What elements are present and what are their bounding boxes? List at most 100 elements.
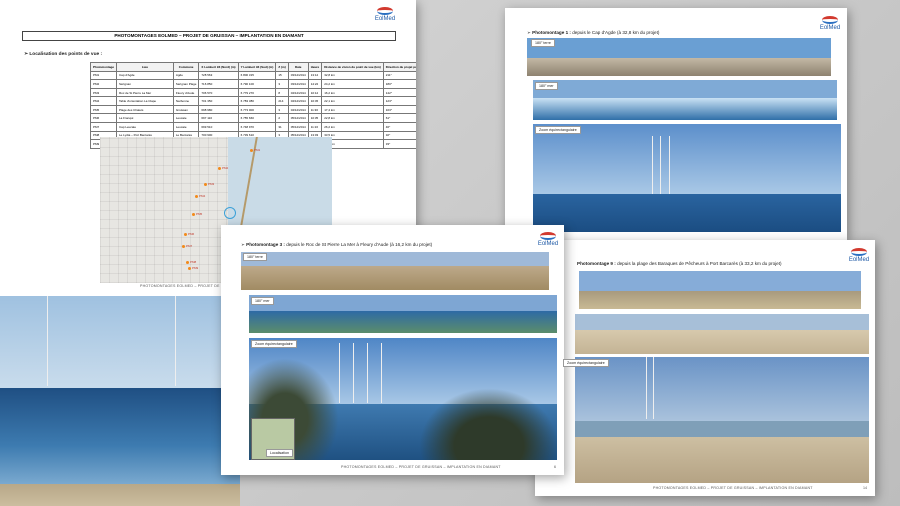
panorama-zoom [533, 124, 841, 232]
location-inset-map: Localisation [251, 418, 295, 460]
location-table: Photomontage Lieu Commune X Lambert 93 (Nor… [90, 62, 416, 149]
eolmed-swirl-icon [851, 248, 867, 256]
eolmed-logo: EolMed [535, 232, 561, 248]
table-cell: 706 570 [198, 87, 239, 98]
photomontage-title: Photomontage 9 : depuis la plage des Bar… [577, 261, 782, 266]
panorama-zoom [575, 357, 869, 483]
table-cell: 32° [382, 130, 416, 141]
table-cell: 103° [382, 104, 416, 115]
table-cell: PM2 [90, 79, 117, 89]
table-cell: 6 748 970 [237, 122, 277, 132]
table-cell: 10:45 [307, 96, 323, 106]
table-cell: 214 [275, 96, 289, 106]
table-cell: 46° [382, 122, 416, 132]
table-cell: 698 980 [198, 104, 239, 115]
viewpoint-label: PM2 [222, 166, 229, 170]
table-header-cell: Direction du projet par rapport au point… [382, 62, 416, 72]
panorama-180-sea [249, 295, 557, 333]
viewpoint-label: PM8 [190, 260, 197, 264]
table-cell: 04/12/2014 [287, 96, 309, 106]
table-cell: 17,4 km [321, 104, 384, 115]
viewpoint-label: PM5 [196, 212, 203, 216]
eolmed-swirl-icon [540, 232, 556, 240]
page-footer: PHOTOMONTAGES EOLMED – PROJET DE GRUISSA… [653, 486, 813, 490]
table-header-cell: Distance de vision du point de vue (km) [321, 62, 384, 72]
table-cell: 15 [275, 70, 289, 81]
viewpoint-marker: PM7 [182, 244, 192, 248]
eolmed-swirl-icon [377, 7, 393, 15]
table-cell: 32,8 km [321, 70, 384, 81]
table-row: PM7 Cap Leucate Leucate 699 510 6 748 970 31 0… [90, 122, 416, 132]
viewpoint-marker: PM5 [192, 212, 202, 216]
panorama-zoom: Localisation [249, 338, 557, 460]
table-header-cell: X Lambert 93 (Nord) (m) [198, 62, 239, 72]
table-cell: 05/12/2014 [287, 122, 309, 132]
table-cell: 6 755 660 [237, 113, 277, 124]
table-cell: 22,8 km [321, 113, 384, 124]
table-cell: Roc de St Pierre La Mer [116, 87, 174, 98]
table-row: PM1 Cap d'Agde Agde 728 563 6 800 315 15 03/12… [90, 70, 416, 81]
table-cell: 123° [382, 96, 416, 106]
table-cell: 701 350 [198, 96, 239, 106]
table-cell: 11:16 [307, 122, 323, 132]
document-page-photomontage-1: EolMed ➢ Photomontage 1 : depuis le Cap … [505, 8, 847, 240]
table-cell: 61° [382, 113, 416, 124]
photo-tag: 180° mer [251, 297, 274, 305]
table-cell: 10:35 [307, 113, 323, 124]
table-cell: Sérignan [116, 79, 174, 89]
table-cell: Cap Leucate [116, 122, 174, 132]
table-cell: 6 773 000 [237, 104, 277, 115]
photo-tag: Zoom équirectangulaire [535, 126, 581, 134]
table-header-cell: Photomontage [90, 62, 117, 72]
table-cell: PM4 [90, 96, 117, 106]
table-header-cell: Y Lambert 93 (Sud) (m) [237, 62, 277, 72]
table-cell: 26,2 km [321, 122, 384, 132]
wind-turbine-mark [175, 296, 176, 386]
table-cell: Gruissan [172, 104, 200, 115]
table-cell: 3 [275, 104, 289, 115]
viewpoint-label: PM4 [199, 194, 206, 198]
panorama-180-land [241, 252, 549, 290]
viewpoint-label: PM7 [186, 244, 193, 248]
table-cell: 14:22 [307, 79, 323, 89]
photo-tag: 180° terre [531, 39, 555, 47]
table-cell: 2 [275, 113, 289, 124]
table-cell: Plage des Chalets [116, 104, 174, 115]
table-header-cell: Lieu [116, 62, 174, 72]
photo-tag: 180° mer [535, 82, 558, 90]
viewpoint-label: PM1 [254, 148, 261, 152]
table-cell: PM6 [90, 113, 117, 124]
page-footer: PHOTOMONTAGES EOLMED – PROJET DE GRUISSA… [341, 465, 501, 469]
eolmed-logo: EolMed [846, 248, 872, 264]
table-cell: 180° [382, 79, 416, 89]
document-page-photomontage-9: EolMed Photomontage 9 : depuis la plage … [535, 240, 875, 496]
table-cell: 3 [275, 79, 289, 89]
table-row: PM3 Roc de St Pierre La Mer Fleury d'Aude 7… [90, 87, 416, 98]
page-number: 14 [863, 486, 867, 490]
inset-label: Localisation [266, 449, 293, 457]
table-cell: 142° [382, 87, 416, 98]
viewpoint-marker: PM1 [250, 148, 260, 152]
table-row: PM4 Table d'orientation La Clape Narbonne 7… [90, 96, 416, 106]
photo-tag: 180° terre [243, 253, 267, 261]
table-cell: Agde [172, 70, 200, 81]
table-row: PM2 Sérignan Sérignan Plage 716 850 6 790 10… [90, 79, 416, 89]
table-header-cell: Commune [172, 62, 200, 72]
viewpoint-label: PM6 [188, 232, 195, 236]
table-cell: PM1 [90, 70, 117, 81]
table-cell: Leucate [172, 122, 200, 132]
table-cell: PM3 [90, 87, 117, 98]
table-header-cell: Date [287, 62, 309, 72]
photomontage-title: ➢ Photomontage 3 : depuis le Roc de St P… [241, 242, 433, 247]
table-cell: 04/12/2014 [287, 104, 309, 115]
table-cell: 6 779 270 [237, 87, 277, 98]
table-cell: 03/12/2014 [287, 70, 309, 81]
table-cell: Fleury d'Aude [172, 87, 200, 98]
photo-tag: Zoom équirectangulaire [563, 359, 609, 367]
table-cell: Cap d'Agde [116, 70, 174, 81]
photomontage-title: ➢ Photomontage 1 : depuis le Cap d'Agde … [527, 30, 660, 35]
viewpoint-marker: PM9 [188, 266, 198, 270]
panorama-180-land [579, 271, 861, 309]
table-cell: 22,1 km [321, 96, 384, 106]
table-cell: PM7 [90, 122, 117, 132]
